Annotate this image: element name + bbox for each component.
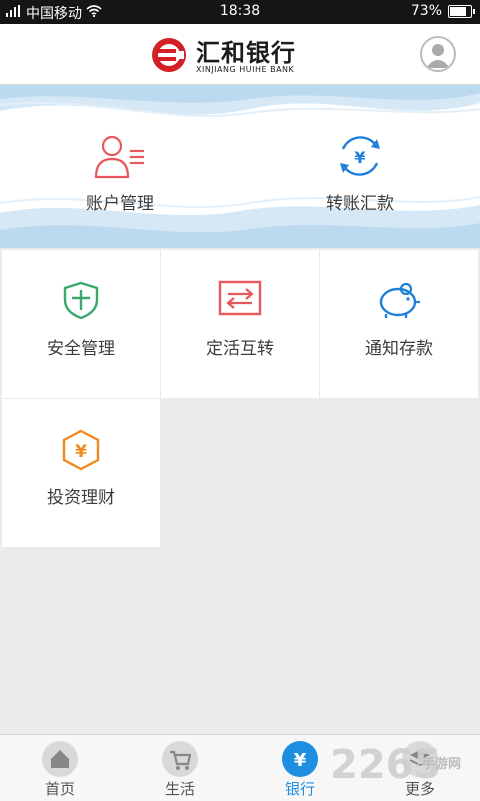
fixed-demand-transfer-tile[interactable]: 定活互转 [161, 250, 319, 398]
shield-icon [2, 280, 160, 324]
avatar-icon [422, 44, 454, 70]
fixed-demand-transfer-label: 定活互转 [206, 339, 274, 359]
transfer-remittance-button[interactable]: ¥ 转账汇款 [260, 133, 460, 214]
watermark-text: 手游网 [422, 757, 462, 772]
transfer-yuan-icon: ¥ [335, 136, 385, 183]
tab-home[interactable]: 首页 [0, 735, 120, 801]
piggy-bank-icon [320, 280, 478, 324]
account-user-icon [92, 135, 148, 183]
battery-icon [448, 4, 475, 18]
cart-icon [162, 741, 198, 777]
yuan-hexagon-icon: ¥ [2, 429, 160, 475]
feature-banner: 账户管理 ¥ 转账汇款 [0, 85, 480, 248]
account-management-button[interactable]: 账户管理 [20, 133, 220, 214]
bank-emblem-icon [150, 36, 188, 78]
svg-text:¥: ¥ [294, 750, 307, 771]
bank-name-cn: 汇和银行 [196, 37, 296, 67]
tab-life-label: 生活 [164, 780, 195, 798]
tab-home-label: 首页 [44, 780, 75, 798]
home-icon [42, 741, 78, 777]
investment-finance-tile[interactable]: ¥ 投资理财 [2, 399, 160, 547]
yuan-icon: ¥ [282, 741, 318, 777]
status-bar: 中国移动 18:38 73% [0, 0, 480, 24]
svg-text:¥: ¥ [354, 148, 365, 167]
battery-percent: 73% [410, 3, 442, 19]
user-avatar-button[interactable] [420, 36, 456, 72]
bank-logo: 汇和银行 XINJIANG HUIHE BANK [150, 36, 296, 78]
account-management-label: 账户管理 [86, 194, 154, 214]
transfer-remittance-label: 转账汇款 [326, 194, 394, 214]
notice-deposit-label: 通知存款 [365, 339, 433, 359]
notice-deposit-tile[interactable]: 通知存款 [320, 250, 478, 398]
clock: 18:38 [219, 3, 261, 19]
svg-text:¥: ¥ [75, 442, 87, 462]
security-management-label: 安全管理 [47, 339, 115, 359]
tab-life[interactable]: 生活 [120, 735, 240, 801]
app-header: 汇和银行 XINJIANG HUIHE BANK [0, 24, 480, 85]
security-management-tile[interactable]: 安全管理 [2, 250, 160, 398]
investment-finance-label: 投资理财 [47, 488, 115, 508]
bank-name-en: XINJIANG HUIHE BANK [196, 64, 295, 74]
exchange-icon [161, 280, 319, 320]
